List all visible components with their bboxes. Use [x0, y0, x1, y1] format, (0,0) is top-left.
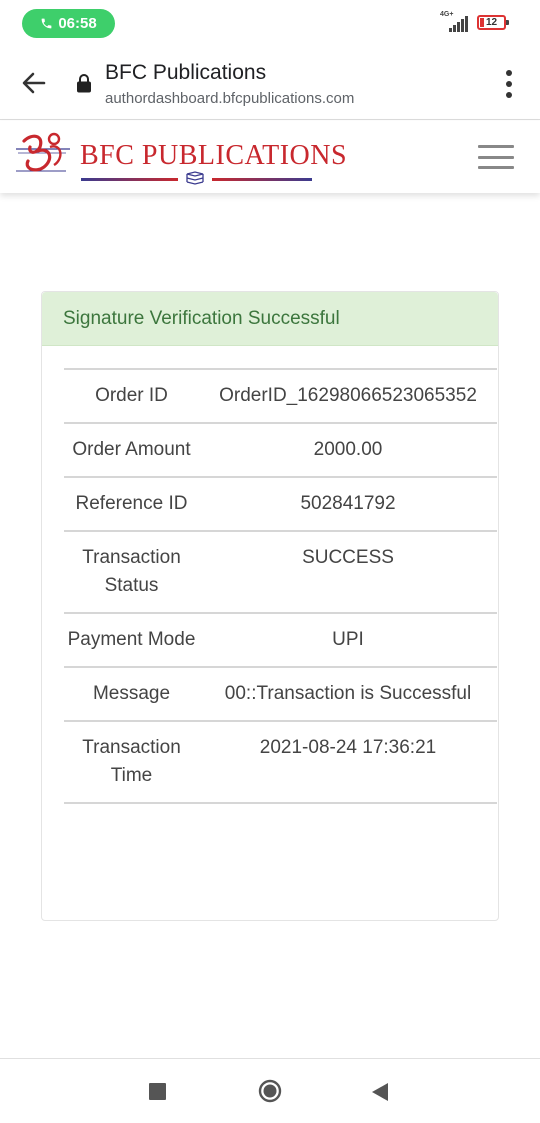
table-row: Transaction Time 2021-08-24 17:36:21 — [64, 720, 497, 804]
detail-value: OrderID_16298066523065352 — [199, 368, 497, 423]
table-row: Payment Mode UPI — [64, 612, 497, 667]
lock-icon[interactable] — [76, 73, 92, 93]
page-title[interactable]: BFC Publications — [105, 61, 266, 85]
battery-level: 12 — [485, 17, 498, 28]
detail-label: Message — [64, 666, 199, 721]
logo-icon[interactable] — [14, 129, 72, 185]
success-alert: Signature Verification Successful — [42, 292, 498, 346]
home-icon[interactable] — [258, 1079, 282, 1103]
table-row: Message 00::Transaction is Successful — [64, 666, 497, 721]
detail-value: 502841792 — [199, 476, 497, 531]
detail-label: Order Amount — [64, 422, 199, 477]
books-icon — [186, 171, 204, 185]
detail-label: Transaction Time — [64, 720, 199, 804]
detail-value: 2021-08-24 17:36:21 — [199, 720, 497, 804]
detail-value: UPI — [199, 612, 497, 667]
brand-underline-left — [81, 178, 178, 181]
browser-toolbar: BFC Publications authordashboard.bfcpubl… — [0, 46, 540, 120]
alert-message: Signature Verification Successful — [63, 308, 340, 329]
phone-icon — [41, 18, 52, 29]
detail-label: Reference ID — [64, 476, 199, 531]
table-row: Order Amount 2000.00 — [64, 422, 497, 477]
table-row: Reference ID 502841792 — [64, 476, 497, 531]
hamburger-menu-icon[interactable] — [478, 145, 514, 169]
site-header: BFC PUBLICATIONS — [0, 121, 540, 193]
detail-value: 00::Transaction is Successful — [199, 666, 497, 721]
detail-label: Transaction Status — [64, 530, 199, 613]
back-arrow-icon[interactable] — [18, 68, 48, 98]
detail-label: Order ID — [64, 368, 199, 423]
battery-icon: 12 — [477, 15, 509, 30]
status-time: 06:58 — [58, 15, 97, 32]
recents-icon[interactable] — [149, 1083, 166, 1100]
brand-underline-right — [212, 178, 312, 181]
detail-value: SUCCESS — [199, 530, 497, 613]
more-vert-icon[interactable] — [498, 70, 520, 98]
brand-name[interactable]: BFC PUBLICATIONS — [80, 140, 347, 172]
payment-result-card: Signature Verification Successful Order … — [41, 291, 499, 921]
detail-value: 2000.00 — [199, 422, 497, 477]
transaction-details-table: Order ID OrderID_16298066523065352 Order… — [64, 368, 497, 804]
signal-icon: 4G+ — [440, 11, 470, 32]
table-row: Order ID OrderID_16298066523065352 — [64, 368, 497, 423]
page-url[interactable]: authordashboard.bfcpublications.com — [105, 90, 354, 107]
back-icon[interactable] — [371, 1082, 389, 1102]
detail-label: Payment Mode — [64, 612, 199, 667]
ongoing-call-pill[interactable]: 06:58 — [22, 9, 115, 38]
status-bar: 06:58 4G+ 12 — [0, 0, 540, 46]
table-row: Transaction Status SUCCESS — [64, 530, 497, 613]
system-nav-bar — [0, 1058, 540, 1123]
